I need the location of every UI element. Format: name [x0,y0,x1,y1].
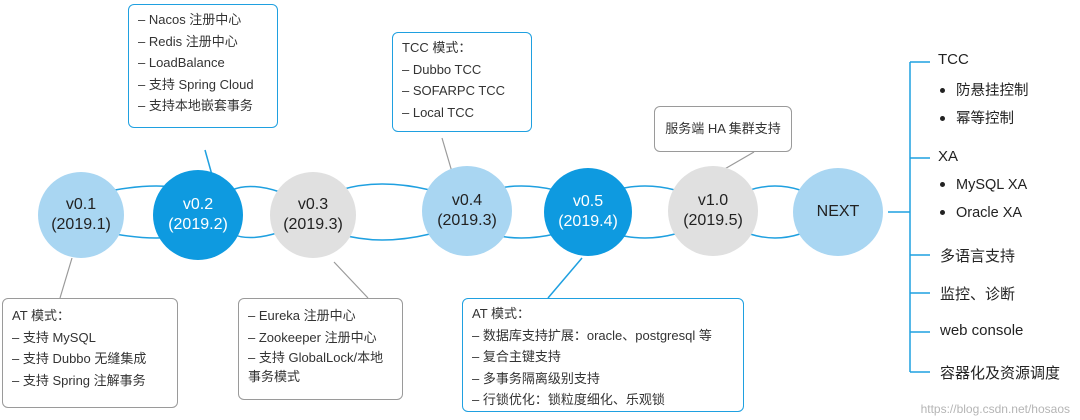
callout-v02: – Nacos 注册中心 – Redis 注册中心 – LoadBalance … [128,4,278,128]
node-v02-date: (2019.2) [168,216,228,233]
pointer-v05 [547,257,583,299]
next-container: 容器化及资源调度 [940,365,1061,382]
node-v01-date: (2019.1) [51,216,111,233]
next-xa-item-label: MySQL XA [956,177,1028,193]
callout-v01-line: – 支持 Dubbo 无缝集成 [12,351,147,366]
pointer-v04 [441,137,453,173]
node-v01: v0.1 (2019.1) [38,172,124,258]
next-tcc: TCC [938,51,969,68]
callout-v03-line: – 支持 GlobalLock/本地事务模式 [248,350,384,384]
node-next-label: NEXT [816,203,860,220]
callout-v05: AT 模式： – 数据库支持扩展：oracle、postgresql 等 – 复… [462,298,744,412]
node-v03-date: (2019.3) [283,216,343,233]
next-multi-lang: 多语言支持 [940,248,1016,265]
connector-v10-next-top [749,185,801,191]
next-tcc-item: 幂等控制 [940,107,1014,128]
node-v10: v1.0 (2019.5) [668,166,758,256]
callout-v03-line: – Eureka 注册中心 [248,308,356,323]
next-xa-item-label: Oracle XA [956,205,1023,221]
next-web-console: web console [940,322,1024,339]
bullet-dot-icon [940,87,945,93]
callout-v02-line: – 支持本地嵌套事务 [138,98,253,113]
next-monitor: 监控、诊断 [940,286,1016,303]
connector-v02-v03-top [231,185,281,193]
callout-v02-line: – LoadBalance [138,55,225,70]
next-tcc-item-label: 幂等控制 [956,111,1014,127]
node-next: NEXT [793,168,883,256]
pointer-v03 [333,261,369,299]
node-v03-version: v0.3 [297,196,329,213]
callout-v02-line: – Nacos 注册中心 [138,12,242,27]
pointer-v01 [59,257,73,299]
callout-v02-line: – 支持 Spring Cloud [138,76,254,92]
callout-v04: TCC 模式： – Dubbo TCC – SOFARPC TCC – Loca… [392,32,532,132]
node-v04: v0.4 (2019.3) [422,166,512,256]
callout-v01-line: – 支持 Spring 注解事务 [12,372,146,388]
node-v10-version: v1.0 [697,192,729,209]
callout-v05-line: – 数据库支持扩展：oracle、postgresql 等 [472,327,712,343]
callout-v01: AT 模式： – 支持 MySQL – 支持 Dubbo 无缝集成 – 支持 S… [2,298,178,408]
bullet-dot-icon [940,181,945,187]
next-tcc-item-label: 防悬挂控制 [956,83,1029,99]
callout-v10: 服务端 HA 集群支持 [654,106,792,152]
node-v04-date: (2019.3) [437,212,497,229]
watermark: https://blog.csdn.net/hosaos [920,402,1070,416]
callout-v03-line: – Zookeeper 注册中心 [248,329,377,345]
next-tcc-item: 防悬挂控制 [940,79,1029,100]
callout-v05-line: – 复合主键支持 [472,349,561,364]
callout-v10-line: 服务端 HA 集群支持 [665,121,781,137]
next-xa: XA [938,148,959,165]
node-v03: v0.3 (2019.3) [270,172,356,258]
node-v10-date: (2019.5) [683,212,743,229]
next-xa-item: Oracle XA [940,205,1022,221]
node-v01-version: v0.1 [65,196,97,213]
callout-v04-line: – Dubbo TCC [402,61,482,77]
callout-v04-line: TCC 模式： [402,40,472,55]
connector-v10-next-bottom [749,233,801,239]
connector-v03-v04-bottom [339,233,431,241]
callout-v03: – Eureka 注册中心 – Zookeeper 注册中心 – 支持 Glob… [238,298,403,400]
node-v05: v0.5 (2019.4) [544,168,632,256]
node-v04-version: v0.4 [451,192,483,209]
bullet-dot-icon [940,115,945,121]
next-xa-item: MySQL XA [940,177,1027,193]
callout-v05-line: – 行锁优化：锁粒度细化、乐观锁 [472,392,665,407]
connector-v03-v04-top [339,183,431,191]
callout-v01-line: – 支持 MySQL [12,329,96,345]
callout-v05-line: – 多事务隔离级别支持 [472,370,600,386]
node-v02: v0.2 (2019.2) [153,170,243,260]
node-v05-version: v0.5 [572,193,604,210]
node-v05-date: (2019.4) [558,213,618,230]
callout-v01-line: AT 模式： [12,308,71,323]
bullet-dot-icon [940,209,945,215]
node-v02-version: v0.2 [182,196,214,213]
callout-v04-line: – Local TCC [402,104,475,120]
callout-v02-line: – Redis 注册中心 [138,33,238,49]
callout-v04-line: – SOFARPC TCC [402,83,506,98]
callout-v05-line: AT 模式： [472,306,531,321]
